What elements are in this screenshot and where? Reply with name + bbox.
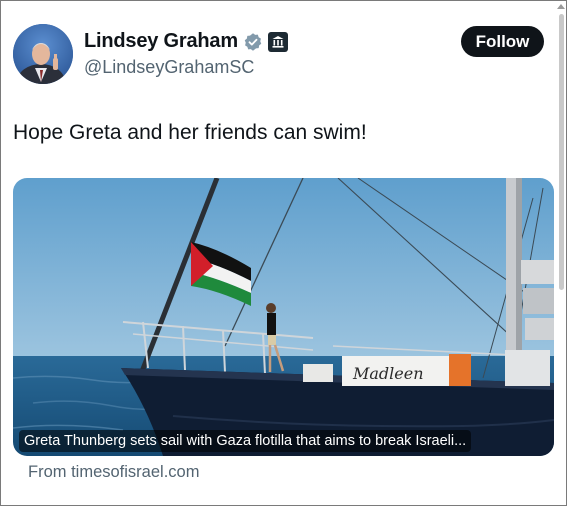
link-card-image[interactable]: Madleen xyxy=(13,178,554,456)
author-name[interactable]: Lindsey Graham xyxy=(84,30,238,53)
avatar[interactable] xyxy=(13,24,73,84)
link-card-headline[interactable]: Greta Thunberg sets sail with Gaza floti… xyxy=(19,430,472,452)
author-name-row[interactable]: Lindsey Graham xyxy=(84,30,288,53)
link-card-source[interactable]: From timesofisrael.com xyxy=(28,463,199,482)
scrollbar[interactable] xyxy=(559,14,564,290)
tweet-text: Hope Greta and her friends can swim! xyxy=(13,121,367,144)
boat-name-label: Madleen xyxy=(352,364,424,383)
government-building-icon[interactable] xyxy=(267,31,288,52)
follow-button[interactable]: Follow xyxy=(461,26,544,57)
verified-badge-icon[interactable] xyxy=(243,32,263,52)
author-handle[interactable]: @LindseyGrahamSC xyxy=(84,57,254,78)
scroll-up-arrow-icon[interactable] xyxy=(557,4,565,9)
